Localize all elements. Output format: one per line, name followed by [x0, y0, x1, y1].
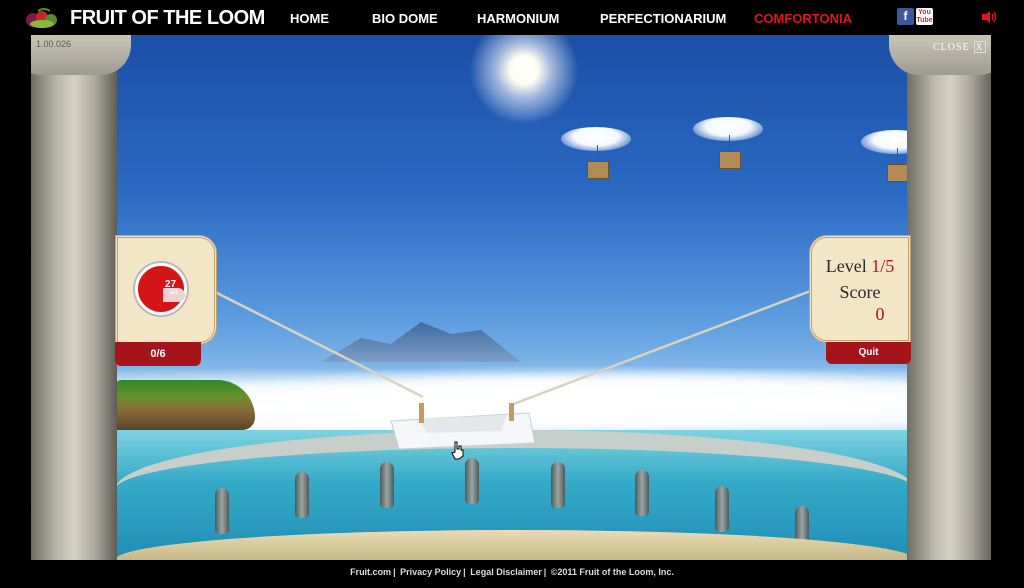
score-value: 0	[875, 304, 885, 324]
close-label: CLOSE	[933, 41, 970, 53]
footer-link-legal[interactable]: Legal Disclaimer	[470, 567, 542, 577]
footer-link-privacy[interactable]: Privacy Policy	[400, 567, 461, 577]
close-button[interactable]: CLOSE X	[933, 41, 986, 53]
game-stage[interactable]: 1.00.026 CLOSE X 27 sec 0/6 Level 1/5 Sc…	[31, 35, 991, 560]
score-panel: Level 1/5 Score 0	[809, 235, 911, 343]
cloud-balloon	[693, 117, 763, 177]
score-label: Score	[839, 282, 881, 302]
fruit-logo-icon	[26, 8, 57, 28]
level-value: 1/5	[871, 256, 895, 276]
close-icon: X	[973, 41, 986, 53]
facebook-icon[interactable]: f	[897, 8, 914, 25]
quit-button[interactable]: Quit	[826, 342, 911, 364]
level-label: Level	[825, 256, 867, 276]
right-column	[907, 35, 991, 560]
timer-unit: sec	[169, 290, 179, 296]
nav-perfectionarium[interactable]: PERFECTIONARIUM	[600, 11, 726, 26]
timer-panel: 27 sec	[115, 235, 217, 345]
island	[115, 380, 255, 430]
left-column	[31, 35, 117, 560]
nav-bio-dome[interactable]: BIO DOME	[372, 11, 438, 26]
nav-home[interactable]: HOME	[290, 11, 329, 26]
nav-comfortonia[interactable]: COMFORTONIA	[754, 11, 852, 26]
brand-name: FRUIT OF THE LOOM	[70, 6, 265, 29]
footer-link-fruit[interactable]: Fruit.com	[350, 567, 391, 577]
youtube-icon[interactable]: You Tube	[916, 8, 933, 25]
nav-harmonium[interactable]: HARMONIUM	[477, 11, 559, 26]
game-version: 1.00.026	[36, 39, 72, 49]
cloud-balloon	[561, 127, 631, 187]
hand-cursor-icon	[451, 441, 464, 460]
footer-copyright: ©2011 Fruit of the Loom, Inc.	[550, 567, 674, 577]
caught-count: 0/6	[115, 342, 201, 366]
speaker-icon[interactable]	[981, 10, 997, 24]
top-navigation: FRUIT OF THE LOOM HOME BIO DOME HARMONIU…	[0, 0, 1024, 35]
brand-logo[interactable]: FRUIT OF THE LOOM	[22, 6, 265, 30]
footer: Fruit.com | Privacy Policy | Legal Disclai…	[0, 560, 1024, 588]
countdown-timer: 27 sec	[135, 263, 187, 315]
timer-value: 27	[165, 279, 177, 290]
